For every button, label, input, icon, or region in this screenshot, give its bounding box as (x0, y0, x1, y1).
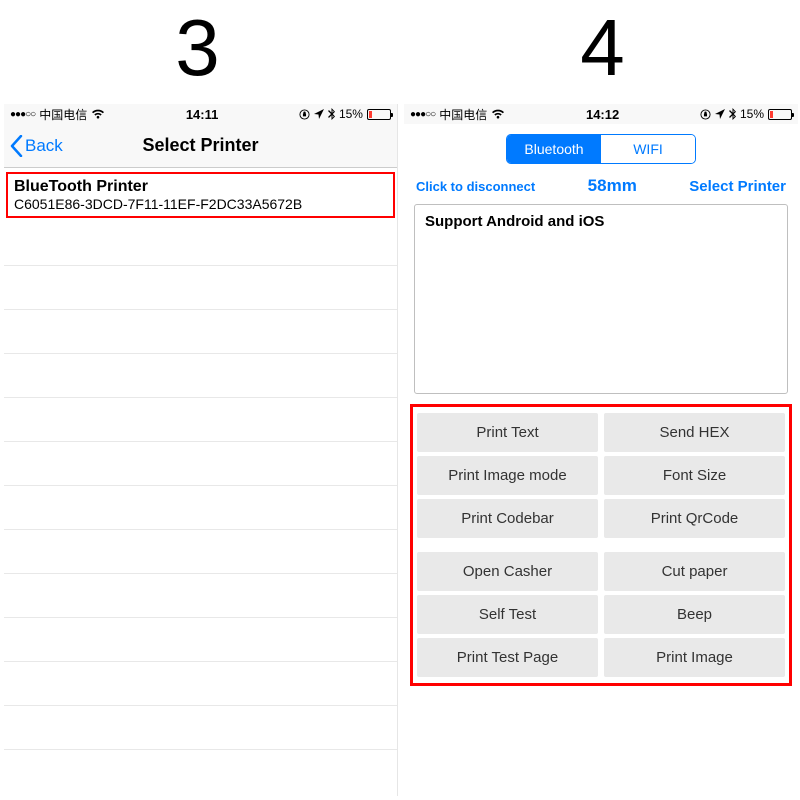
send-hex-button[interactable]: Send HEX (604, 413, 785, 452)
nav-title: Select Printer (4, 135, 397, 156)
battery-percent: 15% (339, 107, 363, 121)
battery-icon (367, 109, 391, 120)
status-bar: ●●●○○ 中国电信 14:11 15% (4, 104, 397, 124)
print-test-page-button[interactable]: Print Test Page (417, 638, 598, 677)
printer-id: C6051E86-3DCD-7F11-11EF-F2DC33A5672B (14, 196, 387, 212)
printer-list-item[interactable]: BlueTooth Printer C6051E86-3DCD-7F11-11E… (6, 172, 395, 218)
orientation-lock-icon (299, 109, 310, 120)
step-number-3: 3 (0, 0, 395, 96)
battery-percent: 15% (740, 107, 764, 121)
step-number-4: 4 (405, 0, 800, 96)
status-time: 14:11 (186, 107, 219, 122)
open-casher-button[interactable]: Open Casher (417, 552, 598, 591)
print-text-button[interactable]: Print Text (417, 413, 598, 452)
location-icon (314, 109, 324, 119)
print-codebar-button[interactable]: Print Codebar (417, 499, 598, 538)
paper-size-label[interactable]: 58mm (588, 176, 637, 196)
wifi-icon (491, 109, 505, 119)
print-content-textarea[interactable]: Support Android and iOS (414, 204, 788, 394)
action-button-panel: Print Text Send HEX Print Image mode Fon… (410, 404, 792, 686)
carrier-label: 中国电信 (39, 106, 87, 123)
connection-segmented-control[interactable]: Bluetooth WIFI (506, 134, 696, 164)
font-size-button[interactable]: Font Size (604, 456, 785, 495)
segment-wifi[interactable]: WIFI (601, 135, 695, 163)
battery-icon (768, 109, 792, 120)
self-test-button[interactable]: Self Test (417, 595, 598, 634)
nav-bar: Back Select Printer (4, 124, 397, 168)
signal-dots-icon: ●●●○○ (410, 109, 435, 120)
bluetooth-icon (328, 108, 335, 120)
connection-info-row: Click to disconnect 58mm Select Printer (404, 172, 798, 200)
status-bar: ●●●○○ 中国电信 14:12 15% (404, 104, 798, 124)
location-icon (715, 109, 725, 119)
wifi-icon (91, 109, 105, 119)
bluetooth-icon (729, 108, 736, 120)
printer-name: BlueTooth Printer (14, 178, 387, 196)
print-image-button[interactable]: Print Image (604, 638, 785, 677)
carrier-label: 中国电信 (439, 106, 487, 123)
disconnect-link[interactable]: Click to disconnect (416, 179, 535, 194)
print-image-mode-button[interactable]: Print Image mode (417, 456, 598, 495)
cut-paper-button[interactable]: Cut paper (604, 552, 785, 591)
beep-button[interactable]: Beep (604, 595, 785, 634)
segment-bluetooth[interactable]: Bluetooth (507, 135, 601, 163)
status-time: 14:12 (586, 107, 619, 122)
phone-screenshot-4: ●●●○○ 中国电信 14:12 15% Bluetooth WIFI Clic… (404, 104, 798, 796)
orientation-lock-icon (700, 109, 711, 120)
signal-dots-icon: ●●●○○ (10, 109, 35, 120)
empty-list-area (4, 222, 397, 750)
phone-screenshot-3: ●●●○○ 中国电信 14:11 15% Back Select Pri (4, 104, 398, 796)
print-qrcode-button[interactable]: Print QrCode (604, 499, 785, 538)
select-printer-link[interactable]: Select Printer (689, 178, 786, 195)
